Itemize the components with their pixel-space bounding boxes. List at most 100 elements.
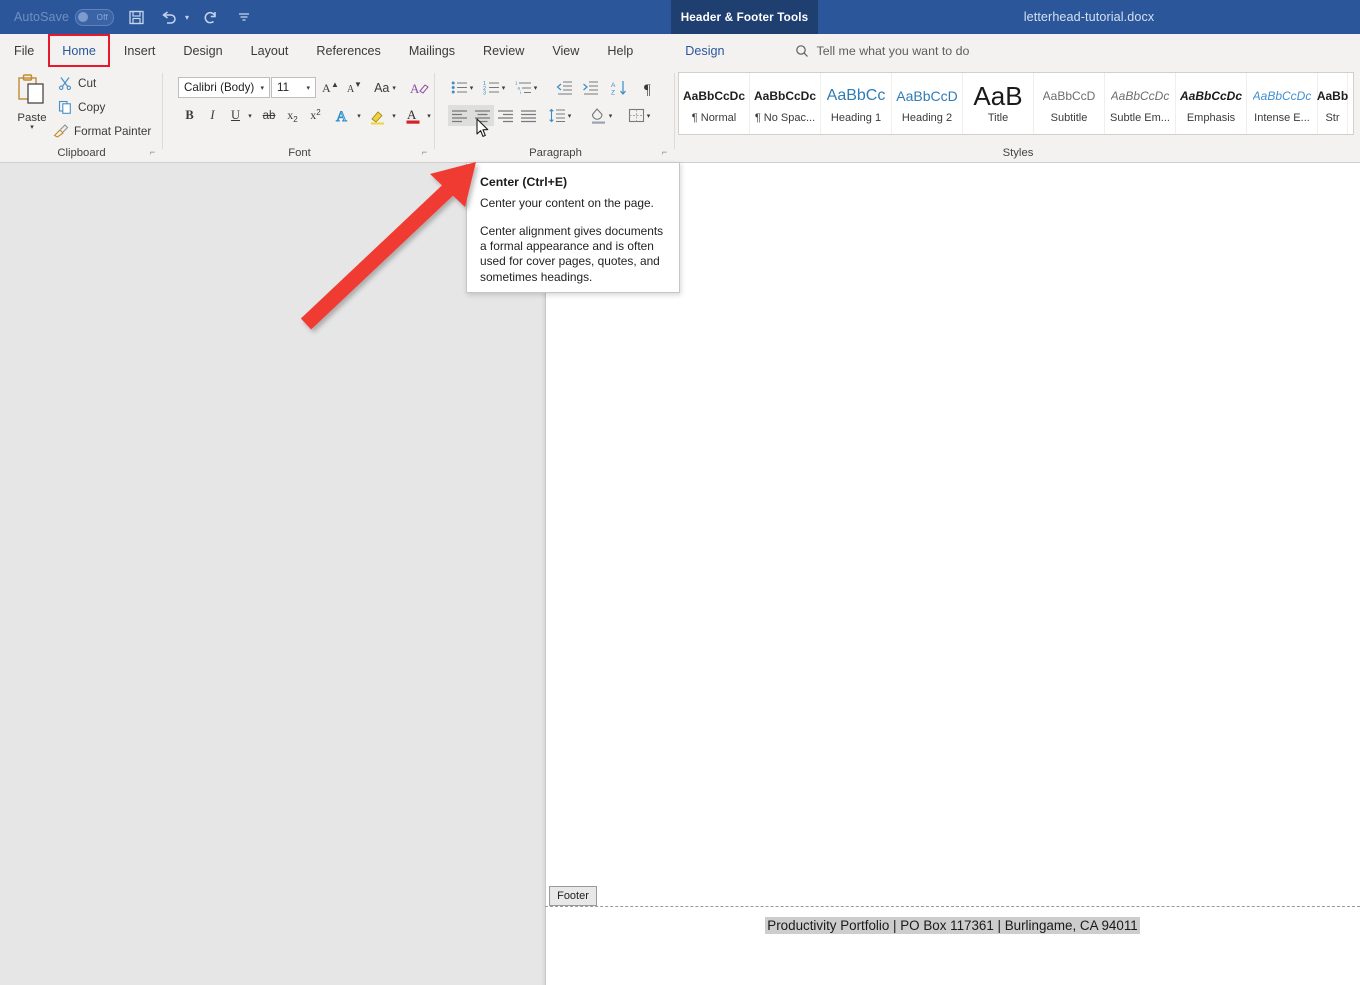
cut-label: Cut xyxy=(78,76,97,90)
change-case-caret-icon[interactable]: ▾ xyxy=(392,84,396,92)
tab-mailings[interactable]: Mailings xyxy=(395,34,469,67)
strikethrough-button[interactable]: ab xyxy=(258,105,280,126)
footer-section-tab: Footer xyxy=(549,886,597,906)
justify-button[interactable] xyxy=(517,105,540,126)
style-name: Heading 2 xyxy=(901,111,953,124)
redo-icon[interactable] xyxy=(200,6,222,28)
contextual-tab-header-footer-tools: Header & Footer Tools xyxy=(671,0,818,34)
multilevel-list-caret-icon[interactable]: ▾ xyxy=(530,77,541,98)
style-preview: AaB xyxy=(973,83,1023,108)
shrink-font-button[interactable]: A ▼ xyxy=(343,77,364,98)
cut-button[interactable]: Cut xyxy=(57,75,96,91)
ribbon-group-paragraph: ▾ 123 ▾ 1ai ▾ AZ ¶ ▾ ▾ ▾ Paragraph ⌐ xyxy=(436,67,675,162)
align-right-button[interactable] xyxy=(494,105,517,126)
paragraph-dialog-launcher-icon[interactable]: ⌐ xyxy=(659,147,670,158)
style-name: Subtitle xyxy=(1050,111,1088,124)
font-size-input[interactable]: 11 ▾ xyxy=(271,77,316,98)
font-family-input[interactable]: Calibri (Body) ▾ xyxy=(178,77,270,98)
tab-layout[interactable]: Layout xyxy=(237,34,303,67)
tab-help[interactable]: Help xyxy=(593,34,647,67)
align-left-button[interactable] xyxy=(448,105,471,126)
ribbon-group-clipboard: Paste ▾ Cut Copy Format Painter Clipboar… xyxy=(0,67,163,162)
save-icon[interactable] xyxy=(125,6,147,28)
increase-indent-button[interactable] xyxy=(579,77,602,98)
autosave-toggle[interactable]: AutoSave Off xyxy=(14,8,115,26)
line-spacing-caret-icon[interactable]: ▾ xyxy=(564,105,575,126)
subscript-button[interactable]: x2 xyxy=(282,105,303,126)
underline-button[interactable]: U xyxy=(225,105,246,126)
change-case-button[interactable]: Aa ▾ xyxy=(370,77,400,98)
undo-icon[interactable] xyxy=(158,6,180,28)
style-item-subtitle[interactable]: AaBbCcD Subtitle xyxy=(1034,73,1105,134)
style-item-heading-2[interactable]: AaBbCcD Heading 2 xyxy=(892,73,963,134)
text-highlight-button[interactable] xyxy=(367,105,389,126)
paintbrush-icon xyxy=(53,123,69,139)
text-effects-caret-icon[interactable]: ▾ xyxy=(353,105,365,126)
copy-button[interactable]: Copy xyxy=(57,99,105,115)
style-item-normal[interactable]: AaBbCcDc ¶ Normal xyxy=(679,73,750,134)
font-dialog-launcher-icon[interactable]: ⌐ xyxy=(419,147,430,158)
borders-caret-icon[interactable]: ▾ xyxy=(643,105,654,126)
format-painter-label: Format Painter xyxy=(74,124,152,138)
style-preview: AaBbCcD xyxy=(896,87,958,104)
font-family-caret-icon[interactable]: ▾ xyxy=(260,84,269,92)
clear-formatting-button[interactable]: A xyxy=(409,77,431,98)
style-item-subtle-emphasis[interactable]: AaBbCcDc Subtle Em... xyxy=(1105,73,1176,134)
tab-design-contextual[interactable]: Design xyxy=(671,34,738,67)
group-separator xyxy=(434,73,435,149)
document-workspace xyxy=(0,163,1360,985)
svg-text:A: A xyxy=(611,82,616,89)
bold-button[interactable]: B xyxy=(179,105,200,126)
clipboard-dialog-launcher-icon[interactable]: ⌐ xyxy=(147,147,158,158)
grow-font-button[interactable]: A ▲ xyxy=(319,77,340,98)
paste-button[interactable]: Paste ▾ xyxy=(12,73,52,131)
style-item-intense-emphasis[interactable]: AaBbCcDc Intense E... xyxy=(1247,73,1318,134)
style-preview: AaBbCcDc xyxy=(753,88,816,103)
font-family-value: Calibri (Body) xyxy=(184,81,255,94)
style-name: Title xyxy=(987,111,1009,124)
style-name: Subtle Em... xyxy=(1110,111,1170,124)
tab-view[interactable]: View xyxy=(538,34,593,67)
shading-caret-icon[interactable]: ▾ xyxy=(605,105,616,126)
superscript-button[interactable]: x2 xyxy=(305,105,326,126)
tab-home[interactable]: Home xyxy=(48,34,110,67)
customize-qat-icon[interactable] xyxy=(233,6,255,28)
change-case-label: Aa xyxy=(374,80,390,95)
bullets-caret-icon[interactable]: ▾ xyxy=(466,77,477,98)
text-highlight-caret-icon[interactable]: ▾ xyxy=(388,105,400,126)
autosave-switch[interactable]: Off xyxy=(75,8,115,26)
italic-button[interactable]: I xyxy=(202,105,223,126)
tab-references[interactable]: References xyxy=(302,34,394,67)
style-name: Emphasis xyxy=(1186,111,1236,124)
document-title: letterhead-tutorial.docx xyxy=(1023,10,1155,24)
footer-content[interactable]: Productivity Portfolio | PO Box 117361 |… xyxy=(545,917,1360,934)
tab-design[interactable]: Design xyxy=(169,34,236,67)
sort-button[interactable]: AZ xyxy=(608,77,631,98)
styles-gallery[interactable]: AaBbCcDc ¶ Normal AaBbCcDc ¶ No Spac... … xyxy=(678,72,1354,135)
tell-me-search[interactable]: Tell me what you want to do xyxy=(795,44,969,58)
svg-text:A: A xyxy=(407,107,417,122)
tab-insert[interactable]: Insert xyxy=(110,34,170,67)
paste-dropdown-caret[interactable]: ▾ xyxy=(30,124,34,131)
style-item-heading-1[interactable]: AaBbCc Heading 1 xyxy=(821,73,892,134)
numbering-caret-icon[interactable]: ▾ xyxy=(498,77,509,98)
autosave-state-label: Off xyxy=(96,12,109,22)
tab-review[interactable]: Review xyxy=(469,34,538,67)
style-item-emphasis[interactable]: AaBbCcDc Emphasis xyxy=(1176,73,1247,134)
underline-caret-icon[interactable]: ▾ xyxy=(244,105,256,126)
tooltip-body: Center alignment gives documents a forma… xyxy=(480,224,664,284)
decrease-indent-button[interactable] xyxy=(553,77,576,98)
text-effects-button[interactable]: A xyxy=(332,105,354,126)
ribbon-tab-strip: File Home Insert Design Layout Reference… xyxy=(0,34,1360,67)
font-color-button[interactable]: A xyxy=(402,105,424,126)
undo-dropdown-caret[interactable]: ▾ xyxy=(185,13,189,22)
style-item-no-spacing[interactable]: AaBbCcDc ¶ No Spac... xyxy=(750,73,821,134)
style-item-strong[interactable]: AaBb Str xyxy=(1317,73,1348,134)
style-item-title[interactable]: AaB Title xyxy=(963,73,1034,134)
font-size-caret-icon[interactable]: ▾ xyxy=(306,84,315,92)
style-preview: AaBbCcDc xyxy=(1179,88,1242,103)
tab-file[interactable]: File xyxy=(0,34,48,67)
footer-boundary-line xyxy=(545,906,1360,907)
format-painter-button[interactable]: Format Painter xyxy=(53,123,151,139)
show-formatting-marks-button[interactable]: ¶ xyxy=(638,77,661,98)
